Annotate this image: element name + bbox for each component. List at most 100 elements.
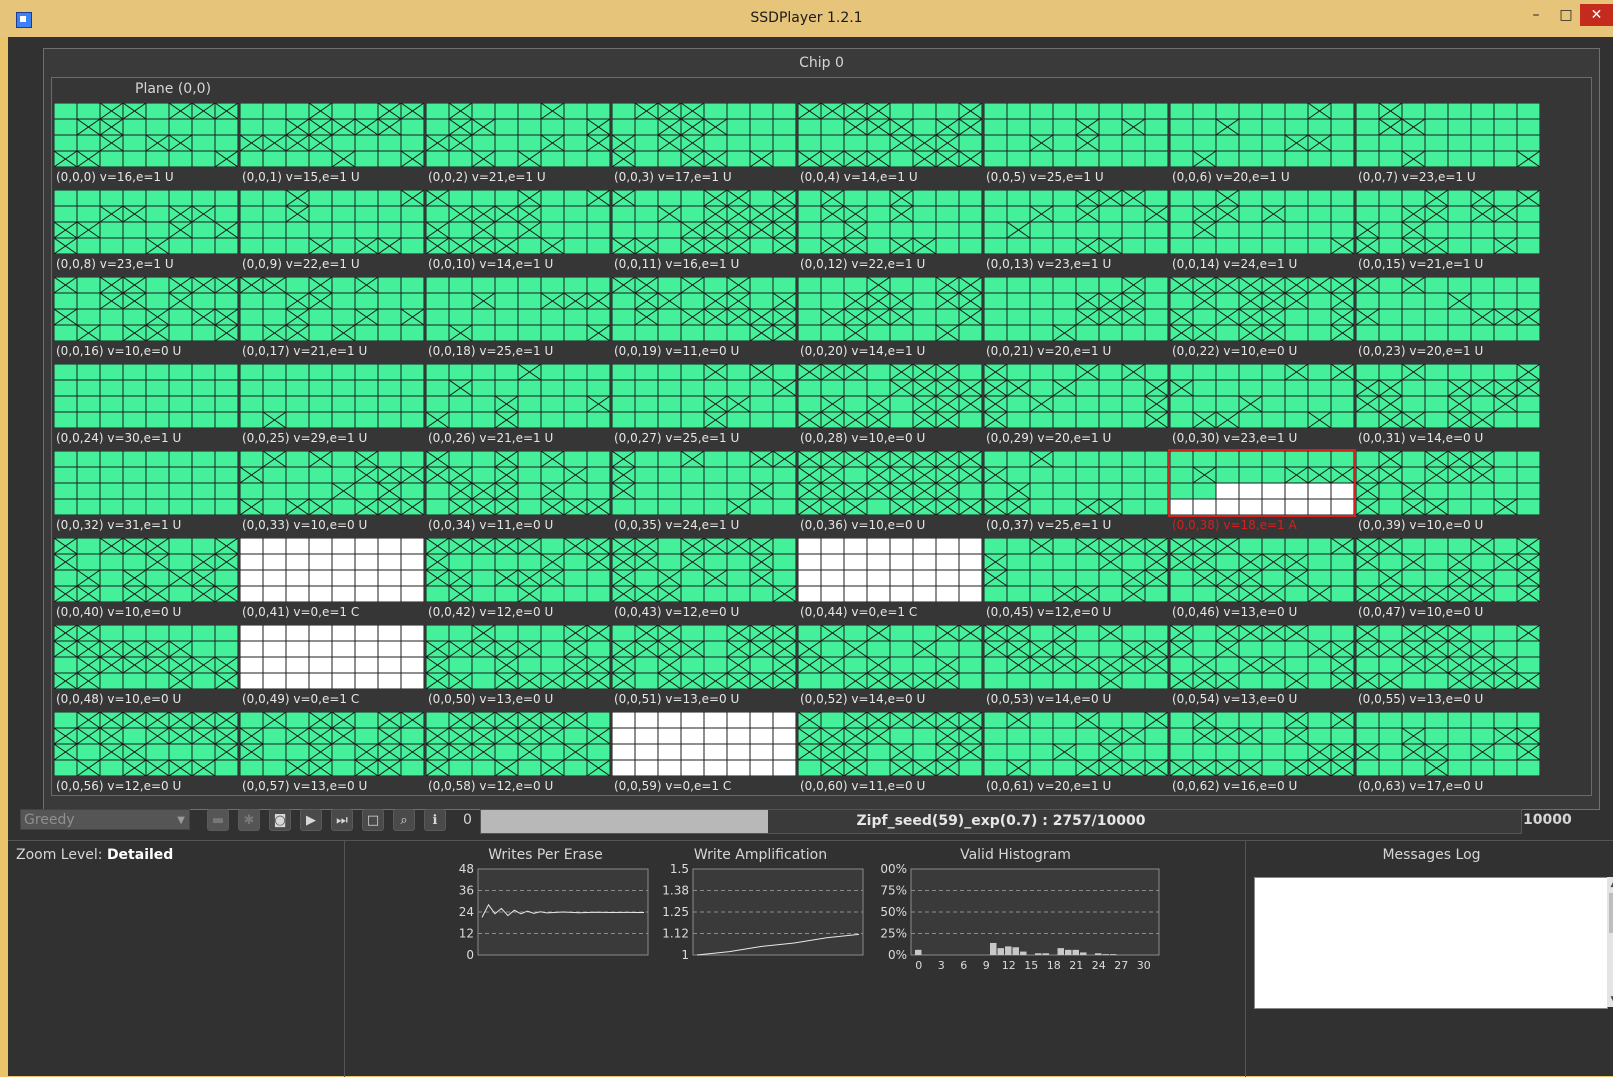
flash-block[interactable]: (0,0,9) v=22,e=1 U <box>240 190 426 271</box>
block-label: (0,0,48) v=10,e=0 U <box>56 692 182 706</box>
flash-block[interactable]: (0,0,52) v=14,e=0 U <box>798 625 984 706</box>
flash-block[interactable]: (0,0,48) v=10,e=0 U <box>54 625 240 706</box>
flash-block[interactable]: (0,0,37) v=25,e=1 U <box>984 451 1170 532</box>
flash-block[interactable]: (0,0,62) v=16,e=0 U <box>1170 712 1356 793</box>
scroll-up-icon[interactable]: ▲ <box>1608 878 1613 890</box>
flash-block[interactable]: (0,0,51) v=13,e=0 U <box>612 625 798 706</box>
flash-block[interactable]: (0,0,19) v=11,e=0 U <box>612 277 798 358</box>
minimize-button[interactable]: – <box>1522 4 1550 26</box>
flash-block[interactable]: (0,0,4) v=14,e=1 U <box>798 103 984 184</box>
settings-icon[interactable]: ✱ <box>238 809 260 831</box>
flash-block[interactable]: (0,0,59) v=0,e=1 C <box>612 712 798 793</box>
valid-page <box>285 411 310 428</box>
flash-block[interactable]: (0,0,53) v=14,e=0 U <box>984 625 1170 706</box>
flash-block[interactable]: (0,0,60) v=11,e=0 U <box>798 712 984 793</box>
block-pages <box>54 712 238 776</box>
flash-block[interactable]: (0,0,6) v=20,e=1 U <box>1170 103 1356 184</box>
flash-block[interactable]: (0,0,61) v=20,e=1 U <box>984 712 1170 793</box>
valid-page <box>1144 221 1168 239</box>
flash-block[interactable]: (0,0,57) v=13,e=0 U <box>240 712 426 793</box>
flash-block[interactable]: (0,0,50) v=13,e=0 U <box>426 625 612 706</box>
manager-select[interactable]: Greedy ▼ <box>20 809 190 830</box>
stop-icon[interactable]: ▬ <box>207 809 229 831</box>
flash-block[interactable]: (0,0,30) v=23,e=1 U <box>1170 364 1356 445</box>
flash-block[interactable]: (0,0,14) v=24,e=1 U <box>1170 190 1356 271</box>
flash-block[interactable]: (0,0,26) v=21,e=1 U <box>426 364 612 445</box>
step-icon[interactable]: ⏭ <box>331 809 353 831</box>
valid-page <box>1098 640 1123 658</box>
valid-page <box>749 237 774 254</box>
flash-block[interactable]: (0,0,55) v=13,e=0 U <box>1356 625 1542 706</box>
flash-block[interactable]: (0,0,34) v=11,e=0 U <box>426 451 612 532</box>
flash-block[interactable]: (0,0,42) v=12,e=0 U <box>426 538 612 619</box>
camera-icon[interactable]: ◙ <box>269 809 291 831</box>
clean-page <box>612 743 636 761</box>
flash-block[interactable]: (0,0,36) v=10,e=0 U <box>798 451 984 532</box>
flash-block[interactable]: (0,0,29) v=20,e=1 U <box>984 364 1170 445</box>
scroll-down-icon[interactable]: ▼ <box>1608 994 1613 1006</box>
flash-block[interactable]: (0,0,41) v=0,e=1 C <box>240 538 426 619</box>
valid-page <box>122 498 147 515</box>
flash-block[interactable]: (0,0,49) v=0,e=1 C <box>240 625 426 706</box>
flash-block[interactable]: (0,0,3) v=17,e=1 U <box>612 103 798 184</box>
flash-block[interactable]: (0,0,38) v=18,e=1 A <box>1168 449 1356 532</box>
valid-page <box>772 134 796 152</box>
flash-block[interactable]: (0,0,63) v=17,e=0 U <box>1356 712 1542 793</box>
flash-block[interactable]: (0,0,10) v=14,e=1 U <box>426 190 612 271</box>
flash-block[interactable]: (0,0,58) v=12,e=0 U <box>426 712 612 793</box>
flash-block[interactable]: (0,0,11) v=16,e=1 U <box>612 190 798 271</box>
flash-block[interactable]: (0,0,31) v=14,e=0 U <box>1356 364 1542 445</box>
flash-block[interactable]: (0,0,5) v=25,e=1 U <box>984 103 1170 184</box>
flash-block[interactable]: (0,0,40) v=10,e=0 U <box>54 538 240 619</box>
valid-page <box>1238 364 1263 381</box>
flash-block[interactable]: (0,0,33) v=10,e=0 U <box>240 451 426 532</box>
messages-log-text[interactable] <box>1254 877 1608 1009</box>
flash-block[interactable]: (0,0,7) v=23,e=1 U <box>1356 103 1542 184</box>
flash-block[interactable]: (0,0,2) v=21,e=1 U <box>426 103 612 184</box>
maximize-button[interactable]: □ <box>1552 4 1580 26</box>
flash-block[interactable]: (0,0,44) v=0,e=1 C <box>798 538 984 619</box>
flash-block[interactable]: (0,0,25) v=29,e=1 U <box>240 364 426 445</box>
flash-block[interactable]: (0,0,24) v=30,e=1 U <box>54 364 240 445</box>
play-icon[interactable]: ▶ <box>300 809 322 831</box>
scroll-thumb[interactable] <box>1609 893 1613 933</box>
flash-block[interactable]: (0,0,23) v=20,e=1 U <box>1356 277 1542 358</box>
info-icon[interactable]: ℹ <box>424 809 446 831</box>
flash-block[interactable]: (0,0,21) v=20,e=1 U <box>984 277 1170 358</box>
flash-block[interactable]: (0,0,28) v=10,e=0 U <box>798 364 984 445</box>
flash-block[interactable]: (0,0,12) v=22,e=1 U <box>798 190 984 271</box>
chevron-down-icon[interactable]: ▼ <box>177 810 185 831</box>
flash-block[interactable]: (0,0,32) v=31,e=1 U <box>54 451 240 532</box>
close-button[interactable]: ✕ <box>1580 4 1613 26</box>
flash-block[interactable]: (0,0,35) v=24,e=1 U <box>612 451 798 532</box>
flash-block[interactable]: (0,0,46) v=13,e=0 U <box>1170 538 1356 619</box>
block-pages <box>240 712 424 776</box>
flash-block[interactable]: (0,0,27) v=25,e=1 U <box>612 364 798 445</box>
flash-block[interactable]: (0,0,18) v=25,e=1 U <box>426 277 612 358</box>
messages-scrollbar[interactable]: ▲ ▼ <box>1607 877 1613 1007</box>
flash-block[interactable]: (0,0,13) v=23,e=1 U <box>984 190 1170 271</box>
valid-page <box>99 553 124 571</box>
zoom-icon[interactable]: ⌕ <box>393 809 415 831</box>
flash-block[interactable]: (0,0,15) v=21,e=1 U <box>1356 190 1542 271</box>
flash-block[interactable]: (0,0,8) v=23,e=1 U <box>54 190 240 271</box>
flash-block[interactable]: (0,0,22) v=10,e=0 U <box>1170 277 1356 358</box>
flash-block[interactable]: (0,0,47) v=10,e=0 U <box>1356 538 1542 619</box>
flash-block[interactable]: (0,0,20) v=14,e=1 U <box>798 277 984 358</box>
flash-block[interactable]: (0,0,1) v=15,e=1 U <box>240 103 426 184</box>
flash-block[interactable]: (0,0,54) v=13,e=0 U <box>1170 625 1356 706</box>
flash-block[interactable]: (0,0,16) v=10,e=0 U <box>54 277 240 358</box>
valid-page <box>1170 205 1194 223</box>
flash-block[interactable]: (0,0,43) v=12,e=0 U <box>612 538 798 619</box>
valid-page <box>1261 411 1286 428</box>
flash-block[interactable]: (0,0,45) v=12,e=0 U <box>984 538 1170 619</box>
flash-block[interactable]: (0,0,39) v=10,e=0 U <box>1356 451 1542 532</box>
valid-page <box>517 759 542 776</box>
flash-block[interactable]: (0,0,17) v=21,e=1 U <box>240 277 426 358</box>
flash-block[interactable]: (0,0,56) v=12,e=0 U <box>54 712 240 793</box>
valid-page <box>1170 150 1194 167</box>
square-icon[interactable]: □ <box>362 809 384 831</box>
valid-page <box>1121 324 1146 341</box>
valid-page <box>1029 712 1054 729</box>
flash-block[interactable]: (0,0,0) v=16,e=1 U <box>54 103 240 184</box>
